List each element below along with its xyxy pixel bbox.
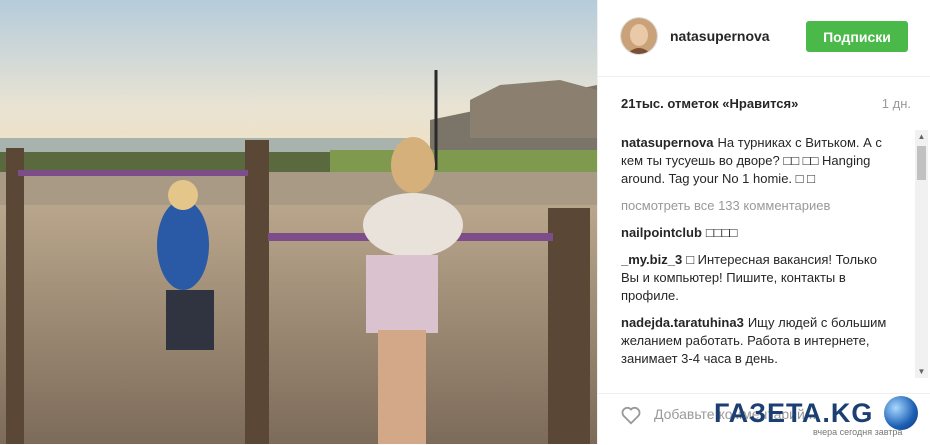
comment-username[interactable]: nailpointclub [621, 225, 702, 240]
comment-username[interactable]: natasupernova [621, 135, 713, 150]
post-sidebar: natasupernova Подписки 21тыс. отметок «Н… [597, 0, 930, 444]
triangle-up-icon[interactable]: ▲ [915, 130, 928, 143]
list-item: nailpointclub □□□□ [621, 224, 893, 242]
view-all-comments-link[interactable]: посмотреть все 133 комментариев [621, 197, 893, 215]
list-item: natasupernova На турниках с Витьком. А с … [621, 134, 893, 188]
list-item: nadejda.taratuhina3 Ищу людей с большим ж… [621, 314, 893, 368]
comment-username[interactable]: nadejda.taratuhina3 [621, 315, 744, 330]
profile-username-link[interactable]: natasupernova [670, 28, 770, 44]
watermark-brand: ГАЗЕТА.KG [714, 398, 874, 428]
post-header: natasupernova Подписки [598, 0, 930, 77]
post-photo[interactable] [0, 0, 597, 444]
list-item: _my.biz_3 □ Интересная вакансия! Только В… [621, 251, 893, 305]
watermark-tagline: вчера сегодня завтра [813, 427, 903, 437]
comments-list: natasupernova На турниках с Витьком. А с … [621, 134, 893, 382]
follow-button[interactable]: Подписки [806, 21, 908, 52]
likes-count[interactable]: 21тыс. отметок «Нравится» [621, 96, 798, 111]
avatar-image [621, 18, 657, 54]
likes-row: 21тыс. отметок «Нравится» 1 дн. [621, 96, 911, 111]
globe-icon [884, 396, 918, 430]
watermark: ГАЗЕТА.KG вчера сегодня завтра [714, 393, 930, 444]
avatar[interactable] [620, 17, 658, 55]
beach-photo-image [0, 0, 597, 444]
comment-username[interactable]: _my.biz_3 [621, 252, 682, 267]
triangle-down-icon[interactable]: ▼ [915, 365, 928, 378]
comments-scrollbar[interactable]: ▲ ▼ [915, 130, 928, 378]
scrollbar-thumb[interactable] [917, 146, 926, 180]
heart-icon[interactable] [620, 404, 642, 426]
comment-text: □□□□ [705, 225, 738, 240]
post-time[interactable]: 1 дн. [882, 96, 911, 111]
